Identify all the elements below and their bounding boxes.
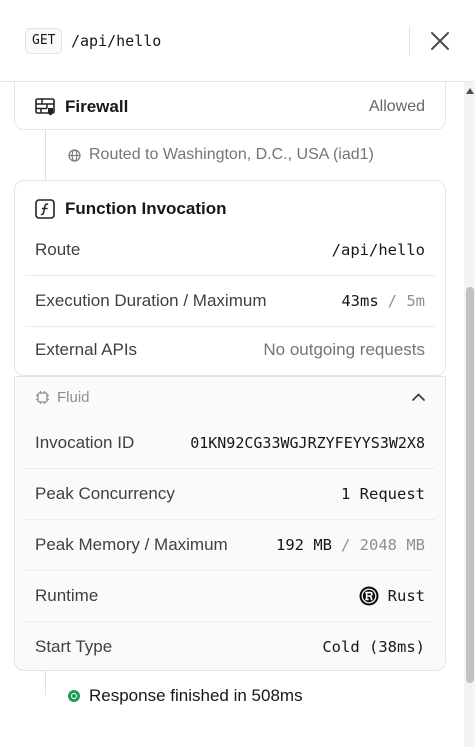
response-status: Response finished in 508ms	[68, 686, 303, 706]
runtime-name: Rust	[387, 586, 425, 605]
row-label: External APIs	[35, 339, 138, 359]
function-invocation-card[interactable]: Function Invocation Route /api/hello Exe…	[14, 180, 446, 376]
scroll-up-arrow-icon[interactable]	[466, 88, 474, 94]
chip-icon	[36, 390, 49, 404]
firewall-status: Allowed	[368, 98, 425, 115]
peak-memory-value: 192 MB / 2048 MB	[276, 536, 425, 554]
memory-max: / 2048 MB	[341, 535, 425, 554]
row-label: Start Type	[35, 636, 113, 656]
route-row: Route /api/hello	[25, 224, 435, 275]
firewall-title: Firewall	[65, 97, 129, 116]
start-type-value: Cold (38ms)	[322, 637, 425, 656]
start-type-row: Start Type Cold (38ms)	[25, 621, 435, 672]
runtime-value: Rust	[359, 586, 425, 606]
row-label: Peak Concurrency	[35, 483, 175, 503]
external-apis-row: External APIs No outgoing requests	[25, 324, 435, 375]
chevron-up-icon	[412, 393, 425, 401]
route-value: /api/hello	[331, 240, 425, 259]
response-text: Response finished in 508ms	[89, 686, 303, 705]
row-label: Peak Memory / Maximum	[35, 534, 228, 554]
request-header: GET /api/hello	[0, 0, 475, 82]
globe-icon	[68, 148, 81, 162]
close-icon	[431, 32, 449, 50]
peak-memory-row: Peak Memory / Maximum 192 MB / 2048 MB	[25, 519, 435, 570]
scrollbar-thumb[interactable]	[466, 287, 474, 683]
trace-scroll-area[interactable]: Firewall Allowed Routed to Washington, D…	[0, 82, 475, 747]
execution-duration-row: Execution Duration / Maximum 43ms / 5m	[25, 275, 435, 326]
firewall-card[interactable]: Firewall Allowed	[14, 82, 446, 130]
fluid-label: Fluid	[57, 388, 90, 406]
success-dot-icon	[68, 690, 80, 702]
row-label: Invocation ID	[35, 432, 135, 452]
http-method-badge: GET	[25, 28, 63, 54]
row-label: Execution Duration / Maximum	[35, 290, 267, 310]
peak-concurrency-row: Peak Concurrency 1 Request	[25, 468, 435, 519]
invocation-id-value[interactable]: 01KN92CG33WGJRZYFEYYS3W2X8	[190, 434, 425, 452]
execution-duration-value: 43ms / 5m	[341, 292, 425, 310]
timeline-connector	[45, 130, 46, 180]
close-button[interactable]	[427, 28, 453, 54]
fluid-card[interactable]: Fluid Invocation ID 01KN92CG33WGJRZYFEYY…	[14, 376, 446, 671]
peak-concurrency-value: 1 Request	[341, 484, 425, 503]
memory-value: 192 MB	[276, 535, 332, 554]
firewall-icon	[35, 98, 55, 116]
routing-info: Routed to Washington, D.C., USA (iad1)	[68, 146, 374, 164]
row-label: Runtime	[35, 585, 99, 605]
request-path: /api/hello	[71, 32, 162, 50]
duration-value: 43ms	[341, 291, 379, 310]
function-invocation-title: Function Invocation	[65, 199, 227, 218]
routing-text: Routed to Washington, D.C., USA (iad1)	[89, 146, 374, 163]
duration-max: / 5m	[387, 291, 425, 310]
invocation-id-row: Invocation ID 01KN92CG33WGJRZYFEYYS3W2X8	[25, 417, 435, 468]
fluid-toggle[interactable]: Fluid	[15, 377, 445, 417]
runtime-row: Runtime Rust	[25, 570, 435, 621]
function-icon	[35, 199, 55, 219]
rust-icon	[359, 586, 379, 605]
header-divider	[409, 26, 410, 56]
timeline-connector	[45, 671, 46, 695]
external-apis-value: No outgoing requests	[263, 339, 425, 359]
row-label: Route	[35, 239, 81, 259]
